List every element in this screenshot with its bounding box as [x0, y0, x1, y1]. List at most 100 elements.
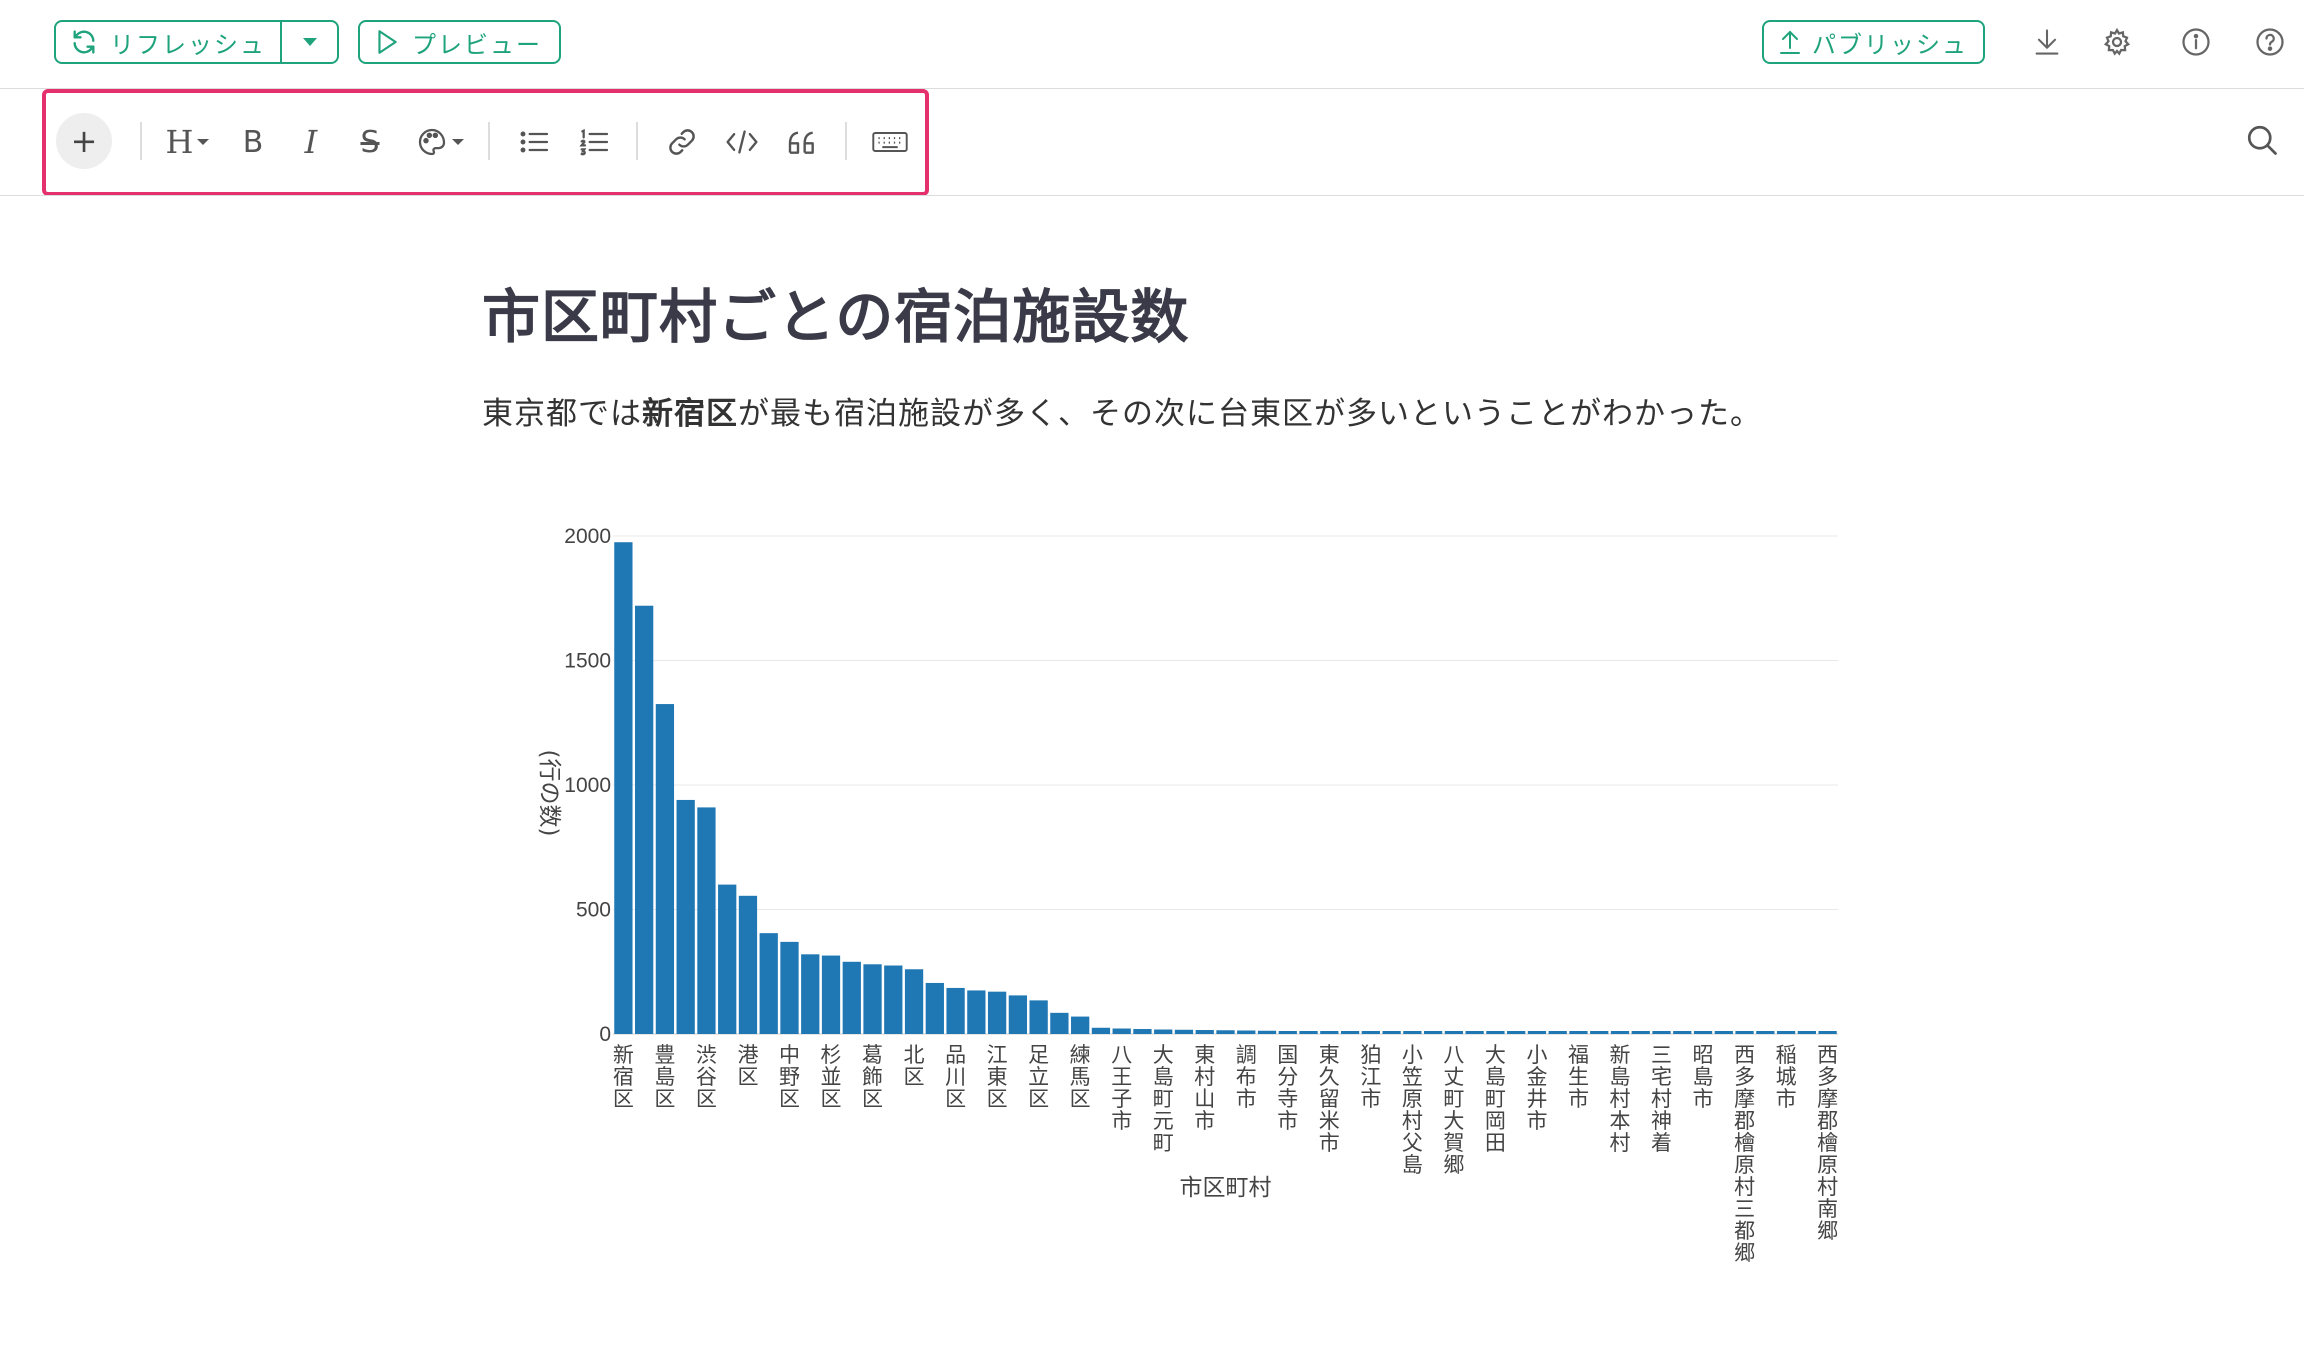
- bar[interactable]: 大田区: 320: [801, 954, 820, 1034]
- bar[interactable]: 昭島市: 2: [1693, 1031, 1713, 1034]
- bar[interactable]: 府中市: 13: [1257, 1030, 1277, 1034]
- bar[interactable]: 東村山市: 16: [1195, 1030, 1214, 1034]
- bar[interactable]: 中野区: 370: [780, 941, 799, 1034]
- bar[interactable]: 墨田区: 940: [676, 799, 695, 1034]
- x-tick-label: 東村山市: [1194, 1043, 1215, 1133]
- bar[interactable]: 日の出町: 2: [1797, 1031, 1816, 1034]
- bar[interactable]: 葛飾区: 280: [863, 964, 882, 1034]
- bold-button[interactable]: B: [236, 122, 270, 162]
- link-icon: [669, 129, 695, 155]
- refresh-button-group: リフレッシュ: [54, 20, 339, 64]
- code-button[interactable]: [722, 122, 762, 162]
- bar[interactable]: 国分寺市: 12: [1278, 1031, 1297, 1034]
- bar-chart: 新宿区: 1975台東区: 1720豊島区: 1325墨田区: 940渋谷区: …: [536, 525, 1838, 1265]
- upload-icon: [1780, 31, 1800, 54]
- bar[interactable]: 目黒区: 175: [967, 990, 986, 1034]
- download-icon[interactable]: [2031, 26, 2063, 58]
- x-tick-label: 品川区: [945, 1043, 966, 1111]
- bar[interactable]: 小金井市: 4: [1527, 1031, 1547, 1034]
- publish-button[interactable]: パブリッシュ: [1762, 20, 1985, 64]
- x-tick-label: 渋谷区: [696, 1043, 717, 1111]
- bar[interactable]: 杉並区: 315: [821, 955, 841, 1034]
- bar[interactable]: 立川市: 17: [1174, 1029, 1194, 1034]
- bar[interactable]: 多摩市: 9: [1340, 1031, 1360, 1034]
- bar[interactable]: 町田市: 20: [1133, 1029, 1152, 1034]
- bar[interactable]: 練馬区: 70: [1071, 1016, 1090, 1034]
- link-button[interactable]: [663, 122, 701, 162]
- color-palette-button[interactable]: [412, 122, 468, 162]
- bar[interactable]: 新島村本村: 3: [1610, 1031, 1630, 1034]
- x-tick-label: 港区: [737, 1043, 758, 1089]
- bar[interactable]: 西多摩郡檜原村三都郷: 2: [1735, 1031, 1754, 1034]
- help-icon[interactable]: [2254, 26, 2286, 58]
- bullet-list-icon: [520, 131, 549, 153]
- bar[interactable]: 日野市: 7: [1382, 1031, 1401, 1034]
- bar[interactable]: 国立市: 5: [1507, 1031, 1526, 1034]
- y-tick-label: 2000: [564, 525, 611, 548]
- heading-button[interactable]: H: [160, 122, 216, 162]
- bar[interactable]: 奥多摩町: 2: [1756, 1031, 1775, 1034]
- bar[interactable]: 台東区: 1720: [635, 605, 654, 1034]
- bar[interactable]: 羽村市: 3: [1631, 1031, 1650, 1034]
- x-tick-label: 西多摩郡檜原村南郷: [1817, 1043, 1838, 1243]
- numbered-list-button[interactable]: [576, 122, 614, 162]
- bar[interactable]: 東久留米市: 10: [1320, 1031, 1339, 1034]
- bar[interactable]: 板橋区: 85: [1050, 1012, 1069, 1034]
- quote-button[interactable]: [783, 122, 821, 162]
- bar[interactable]: 稲城市: 3: [1590, 1031, 1609, 1034]
- bar[interactable]: 新宿区: 1975: [614, 542, 633, 1034]
- bar[interactable]: 三鷹市: 15: [1216, 1030, 1235, 1034]
- bar[interactable]: 武蔵野市: 25: [1091, 1027, 1111, 1034]
- bar[interactable]: あきる野市: 2: [1673, 1031, 1692, 1034]
- paragraph-text-end: が最も宿泊施設が多く、その次に台東区が多いということがわかった。: [738, 396, 1762, 432]
- bar[interactable]: 西東京市: 6: [1423, 1031, 1443, 1034]
- paragraph-bold-text: 新宿区: [642, 396, 738, 432]
- bar[interactable]: 西多摩郡檜原村南郷: 1: [1818, 1031, 1837, 1034]
- x-tick-label: 八王子市: [1111, 1043, 1132, 1133]
- bar[interactable]: 瑞穂町: 2: [1714, 1031, 1733, 1034]
- bar[interactable]: 福生市: 4: [1569, 1031, 1588, 1034]
- search-icon[interactable]: [2244, 122, 2280, 158]
- bar[interactable]: 中央区: 600: [718, 884, 737, 1034]
- bar[interactable]: 千代田区: 405: [759, 933, 778, 1034]
- gear-icon[interactable]: [2101, 26, 2133, 58]
- bar[interactable]: 狛江市: 8: [1361, 1031, 1380, 1034]
- strikethrough-button[interactable]: S: [352, 122, 388, 162]
- bar[interactable]: 八丈町大賀郷: 6: [1444, 1031, 1464, 1034]
- bar[interactable]: 品川区: 185: [946, 987, 965, 1034]
- bar[interactable]: 港区: 555: [738, 895, 758, 1034]
- bar[interactable]: 江戸川区: 155: [1008, 995, 1028, 1034]
- caret-down-icon: [197, 139, 210, 145]
- bar[interactable]: 豊島区: 1325: [655, 704, 675, 1034]
- bar[interactable]: 三宅村神着: 3: [1652, 1031, 1671, 1034]
- bar[interactable]: 調布市: 14: [1237, 1030, 1256, 1034]
- x-tick-label: 東久留米市: [1319, 1043, 1340, 1155]
- bar[interactable]: 世田谷区: 290: [842, 961, 861, 1034]
- bar[interactable]: 青梅市: 11: [1299, 1031, 1318, 1034]
- bar[interactable]: 清瀬市: 4: [1548, 1031, 1567, 1034]
- bar[interactable]: 渋谷区: 910: [697, 807, 716, 1034]
- preview-button[interactable]: プレビュー: [358, 20, 561, 64]
- bar[interactable]: 大島町岡田: 5: [1486, 1031, 1505, 1034]
- keyboard-shortcuts-button[interactable]: [870, 122, 910, 162]
- italic-button[interactable]: I: [294, 122, 328, 162]
- bar[interactable]: 大島町元町: 18: [1154, 1029, 1173, 1034]
- x-tick-label: 三宅村神着: [1651, 1043, 1672, 1155]
- info-icon[interactable]: [2180, 26, 2212, 58]
- x-tick-label: 狛江市: [1360, 1043, 1381, 1111]
- bar[interactable]: 稲城市: 2: [1776, 1031, 1796, 1034]
- bar[interactable]: 足立区: 135: [1029, 1000, 1048, 1034]
- bar[interactable]: 文京区: 205: [925, 982, 944, 1034]
- x-tick-label: 稲城市: [1776, 1043, 1797, 1111]
- refresh-button[interactable]: リフレッシュ: [56, 22, 282, 62]
- refresh-dropdown-button[interactable]: [282, 22, 337, 62]
- bar[interactable]: 小平市: 5: [1465, 1031, 1484, 1034]
- bullet-list-button[interactable]: [516, 122, 554, 162]
- bar[interactable]: 小笠原村父島: 7: [1403, 1031, 1422, 1034]
- insert-plus-button[interactable]: +: [56, 113, 112, 169]
- bar[interactable]: 荒川区: 275: [884, 965, 903, 1034]
- bar[interactable]: 江東区: 170: [987, 991, 1007, 1034]
- bar[interactable]: 八王子市: 22: [1112, 1028, 1131, 1034]
- x-tick-label: 江東区: [987, 1043, 1008, 1111]
- bar[interactable]: 北区: 260: [904, 969, 924, 1034]
